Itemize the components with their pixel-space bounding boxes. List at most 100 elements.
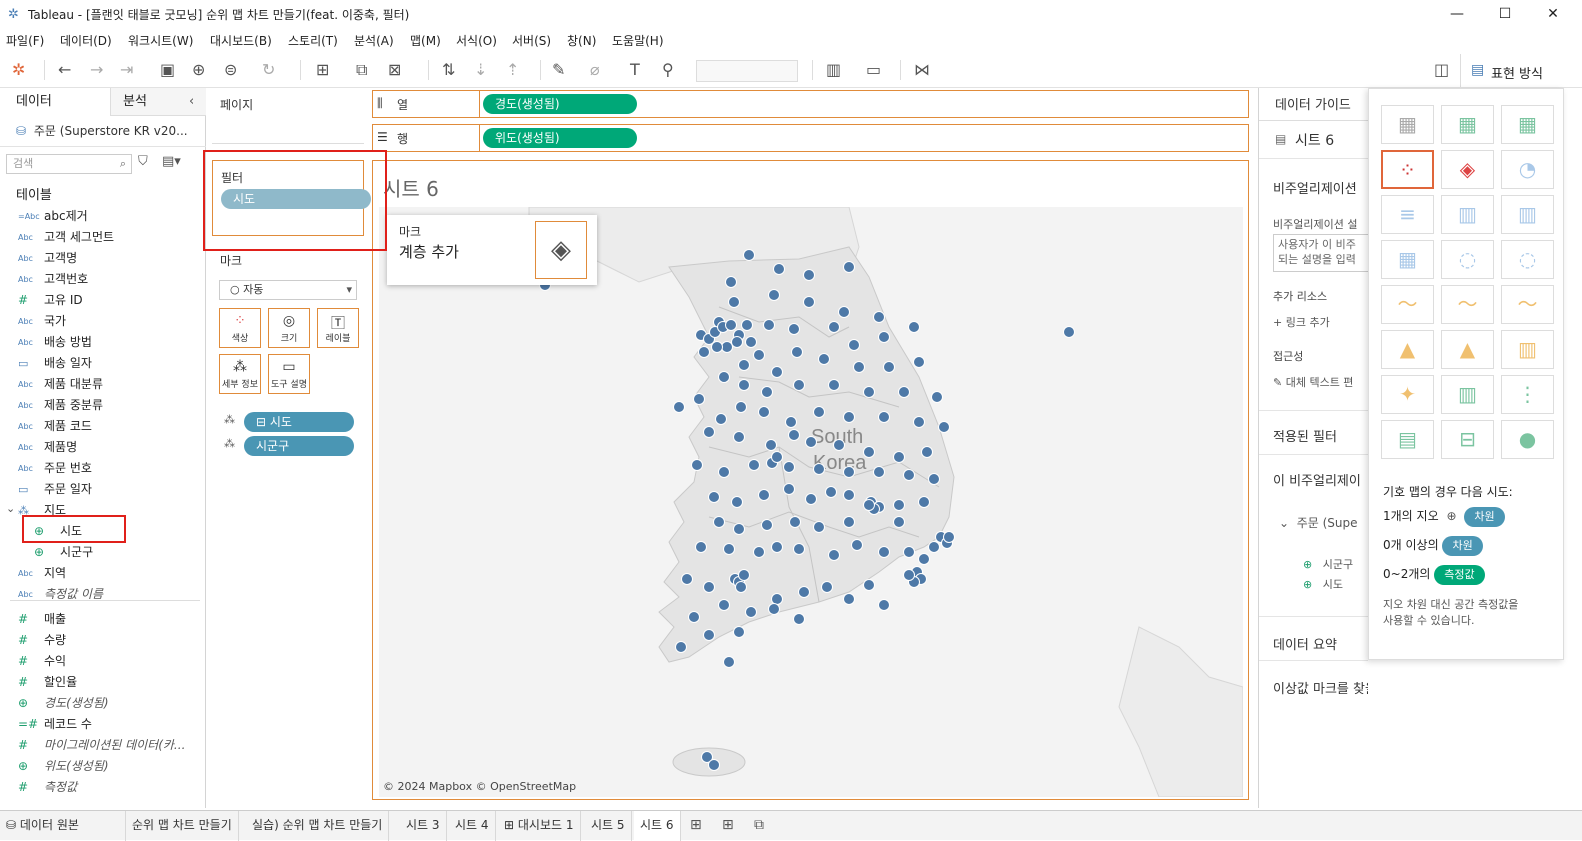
bullet-graph-icon[interactable]: ⊟ (1441, 420, 1494, 459)
field-item[interactable]: =Abc abc제거 (0, 206, 205, 227)
map-mark-dot[interactable] (753, 349, 765, 361)
map-mark-dot[interactable] (838, 306, 850, 318)
field-item[interactable]: Abc 제품 대분류 (0, 374, 205, 395)
field-item[interactable]: Abc 고객번호 (0, 269, 205, 290)
circle-view-icon[interactable]: ◌ (1441, 240, 1494, 279)
map-mark-dot[interactable] (711, 341, 723, 353)
map-mark-dot[interactable] (931, 391, 943, 403)
map-mark-dot[interactable] (703, 629, 715, 641)
map-mark-dot[interactable] (748, 459, 760, 471)
heat-map-icon[interactable]: ▦ (1441, 105, 1494, 144)
minimize-button[interactable]: — (1434, 2, 1480, 26)
map-mark-dot[interactable] (883, 361, 895, 373)
map-mark-dot[interactable] (758, 489, 770, 501)
field-item[interactable]: ▭ 주문 일자 (0, 479, 205, 500)
field-item[interactable]: # 마이그레이션된 데이터(카... (0, 735, 205, 756)
map-mark-dot[interactable] (798, 586, 810, 598)
field-item[interactable]: Abc 국가 (0, 311, 205, 332)
field-item[interactable]: Abc 배송 방법 (0, 332, 205, 353)
map-mark-dot[interactable] (703, 426, 715, 438)
highlight-icon[interactable]: ✎ (552, 61, 565, 79)
guide-datasource[interactable]: ⌄ 주문 (Supe (1279, 514, 1358, 531)
text-table-icon[interactable]: ▦ (1381, 105, 1434, 144)
map-mark-dot[interactable] (863, 386, 875, 398)
map-mark-dot[interactable] (675, 641, 687, 653)
new-story-icon[interactable]: ⧉ (754, 817, 764, 833)
new-worksheet-icon[interactable]: ⊞ (316, 61, 329, 79)
menu-worksheet[interactable]: 워크시트(W) (128, 32, 193, 49)
map-mark-dot[interactable] (903, 546, 915, 558)
mark-type-dropdown[interactable]: ○ 자동 ▾ (219, 280, 357, 300)
map-mark-dot[interactable] (793, 379, 805, 391)
map-mark-dot[interactable] (863, 579, 875, 591)
map-mark-dot[interactable] (878, 331, 890, 343)
map-mark-dot[interactable] (785, 416, 797, 428)
field-item[interactable]: # 매출 (0, 609, 205, 630)
map-mark-dot[interactable] (843, 261, 855, 273)
map-mark-dot[interactable] (848, 339, 860, 351)
field-item[interactable]: Abc 측정값 이름 (0, 584, 205, 605)
map-mark-dot[interactable] (715, 413, 727, 425)
field-item[interactable]: Abc 고객 세그먼트 (0, 227, 205, 248)
new-worksheet-icon[interactable]: ⊞ (690, 817, 702, 833)
map-mark-dot[interactable] (673, 401, 685, 413)
field-item[interactable]: ⊕ 위도(생성됨) (0, 756, 205, 777)
sort-desc-icon[interactable]: ⇡ (506, 61, 519, 79)
size-button[interactable]: ◎ 크기 (268, 308, 310, 348)
menu-window[interactable]: 창(N) (567, 32, 596, 49)
field-item[interactable]: # 측정값 (0, 777, 205, 798)
map-mark-dot[interactable] (725, 319, 737, 331)
share-icon[interactable]: ⋈ (914, 61, 930, 79)
map-mark-dot[interactable] (788, 323, 800, 335)
histogram-icon[interactable]: ▥ (1441, 375, 1494, 414)
collapse-icon[interactable]: ‹ (189, 88, 194, 116)
map-mark-dot[interactable] (791, 346, 803, 358)
side-by-side-circle-icon[interactable]: ◌ (1501, 240, 1554, 279)
fit-dropdown[interactable] (696, 60, 798, 82)
map-mark-dot[interactable] (903, 469, 915, 481)
map-mark-dot[interactable] (708, 491, 720, 503)
menu-format[interactable]: 서식(O) (456, 32, 497, 49)
map-mark-dot[interactable] (928, 473, 940, 485)
map-mark-dot[interactable] (771, 451, 783, 463)
marks-pill-sido[interactable]: ⊟ 시도 (244, 412, 354, 432)
map-mark-dot[interactable] (821, 581, 833, 593)
map-mark-dot[interactable] (805, 436, 817, 448)
map-mark-dot[interactable] (843, 489, 855, 501)
map-mark-dot[interactable] (723, 656, 735, 668)
map-mark-dot[interactable] (873, 466, 885, 478)
gantt-icon[interactable]: ▤ (1381, 420, 1434, 459)
map-mark-dot[interactable] (731, 336, 743, 348)
highlight-table-icon[interactable]: ▦ (1501, 105, 1554, 144)
stacked-hbar-icon[interactable]: ▥ (1441, 195, 1494, 234)
map-mark-dot[interactable] (903, 569, 915, 581)
filled-map-icon[interactable]: ◈ (1441, 150, 1494, 189)
map-mark-dot[interactable] (853, 361, 865, 373)
map-mark-dot[interactable] (718, 599, 730, 611)
map-mark-dot[interactable] (693, 393, 705, 405)
tab-analysis[interactable]: 분석 ‹ (110, 88, 206, 116)
clear-sheet-icon[interactable]: ⊠ (388, 61, 401, 79)
map-mark-dot[interactable] (718, 371, 730, 383)
map-mark-dot[interactable] (761, 519, 773, 531)
map-mark-dot[interactable] (928, 541, 940, 553)
map-canvas[interactable]: South Korea © 2024 Mapbox © OpenStreetMa… (379, 207, 1243, 797)
map-mark-dot[interactable] (735, 581, 747, 593)
line-continuous-icon[interactable]: 〜 (1381, 285, 1434, 324)
map-mark-dot[interactable] (738, 359, 750, 371)
map-mark-dot[interactable] (813, 406, 825, 418)
map-mark-dot[interactable] (733, 431, 745, 443)
field-item[interactable]: Abc 제품명 (0, 437, 205, 458)
alt-text-button[interactable]: ✎ 대체 텍스트 편 (1273, 374, 1353, 390)
map-mark-dot[interactable] (735, 401, 747, 413)
map-mark-dot[interactable] (833, 439, 845, 451)
map-mark-dot[interactable] (918, 553, 930, 565)
pages-card[interactable]: 페이지 (212, 90, 364, 144)
menu-help[interactable]: 도움말(H) (612, 32, 664, 49)
map-mark-dot[interactable] (843, 593, 855, 605)
duplicate-icon[interactable]: ⧉ (356, 61, 367, 79)
field-item[interactable]: ⊕ 경도(생성됨) (0, 693, 205, 714)
scatter-plot-icon[interactable]: ✦ (1381, 375, 1434, 414)
replay-icon[interactable]: ⇥ (120, 61, 133, 79)
map-mark-dot[interactable] (753, 546, 765, 558)
